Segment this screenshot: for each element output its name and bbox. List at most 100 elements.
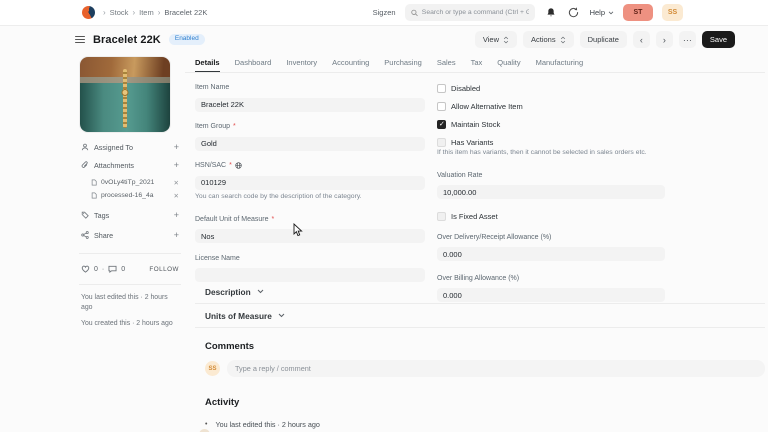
save-button[interactable]: Save xyxy=(701,31,735,48)
chevron-down-icon xyxy=(278,313,285,318)
document-sidebar: Assigned To + Attachments + 0vOLy4tiTp_2… xyxy=(75,57,181,329)
breadcrumb: › Stock › Item › Bracelet 22K xyxy=(103,8,207,17)
tab-purchasing[interactable]: Purchasing xyxy=(384,53,422,72)
last-edited-text: You last edited this · 2 hours ago xyxy=(81,294,168,311)
page-head: Bracelet 22K Enabled View Actions Duplic… xyxy=(75,26,735,53)
tab-dashboard[interactable]: Dashboard xyxy=(235,53,272,72)
user-avatar-ss[interactable]: SS xyxy=(662,4,683,21)
tab-manufacturing[interactable]: Manufacturing xyxy=(536,53,584,72)
item-image[interactable] xyxy=(80,57,170,132)
chevron-right-icon: › xyxy=(157,8,161,17)
breadcrumb-stock[interactable]: Stock xyxy=(110,8,129,17)
sidebar-toggle-icon[interactable] xyxy=(75,36,85,43)
dot-separator: · xyxy=(101,265,105,273)
prev-document-button[interactable]: ‹ xyxy=(632,31,650,48)
comment-icon[interactable] xyxy=(108,265,117,273)
breadcrumb-item[interactable]: Item xyxy=(139,8,154,17)
remove-attachment-icon[interactable]: ✕ xyxy=(174,192,179,200)
share-label: Share xyxy=(94,230,114,240)
add-tag-button[interactable]: + xyxy=(174,210,179,220)
remove-attachment-icon[interactable]: ✕ xyxy=(174,179,179,187)
maintain-stock-checkbox-row[interactable]: Maintain Stock xyxy=(437,120,665,129)
disabled-checkbox[interactable] xyxy=(437,84,446,93)
license-name-label: License Name xyxy=(195,254,240,262)
over-delivery-label: Over Delivery/Receipt Allowance (%) xyxy=(437,233,552,241)
activity-text: You last edited this · 2 hours ago xyxy=(215,420,320,429)
activity-item: • You last edited this · 2 hours ago xyxy=(205,420,765,429)
form-body: Item Name Item Group * HSN/SAC * You can xyxy=(195,73,765,429)
user-badge-st[interactable]: ST xyxy=(623,4,653,21)
more-options-button[interactable]: ··· xyxy=(678,31,696,48)
file-icon xyxy=(91,179,97,186)
license-name-field[interactable] xyxy=(195,268,425,283)
duplicate-button[interactable]: Duplicate xyxy=(579,31,627,48)
maintain-stock-checkbox[interactable] xyxy=(437,120,446,129)
search-input[interactable] xyxy=(421,9,529,16)
activity-heading: Activity xyxy=(205,397,240,408)
actions-label: Actions xyxy=(531,35,556,44)
uom-section-toggle[interactable]: Units of Measure xyxy=(195,304,765,328)
item-name-label: Item Name xyxy=(195,84,230,91)
comment-input[interactable] xyxy=(227,360,765,377)
item-group-field[interactable] xyxy=(195,136,425,151)
item-name-field[interactable] xyxy=(195,97,425,112)
valuation-rate-label: Valuation Rate xyxy=(437,171,483,179)
uom-section-label: Units of Measure xyxy=(205,310,272,321)
is-fixed-asset-checkbox-row: Is Fixed Asset xyxy=(437,211,665,221)
chevron-right-icon: › xyxy=(132,8,136,17)
item-image-bracelet xyxy=(123,69,127,128)
comment-avatar: SS xyxy=(205,361,220,376)
breadcrumb-current[interactable]: Bracelet 22K xyxy=(164,8,207,17)
over-billing-field[interactable] xyxy=(437,288,665,303)
attachment-row: 0vOLy4tiTp_2021 ✕ xyxy=(91,177,179,188)
has-variants-help: If this item has variants, then it canno… xyxy=(437,149,647,156)
has-variants-label: Has Variants xyxy=(451,138,494,147)
tab-sales[interactable]: Sales xyxy=(437,53,456,72)
notifications-button[interactable] xyxy=(544,6,558,20)
actions-button[interactable]: Actions xyxy=(523,31,574,48)
select-chevrons-icon xyxy=(560,36,565,43)
comments-section: Comments SS xyxy=(195,341,765,377)
workspace-link[interactable]: Sigzen xyxy=(373,8,396,17)
attachment-link[interactable]: processed-16_4a xyxy=(101,192,154,199)
tab-details[interactable]: Details xyxy=(195,53,220,72)
hsn-sac-help: You can search code by the description o… xyxy=(195,193,362,200)
valuation-rate-field[interactable] xyxy=(437,185,665,200)
allow-alternative-checkbox-row[interactable]: Allow Alternative Item xyxy=(437,102,665,111)
view-button[interactable]: View xyxy=(474,31,517,48)
app-logo[interactable] xyxy=(82,6,95,19)
refresh-circle-icon xyxy=(568,7,579,18)
status-badge: Enabled xyxy=(168,34,205,45)
chevron-right-icon: › xyxy=(103,8,106,17)
global-search[interactable] xyxy=(404,4,535,21)
tab-quality[interactable]: Quality xyxy=(497,53,520,72)
share-icon xyxy=(81,231,89,239)
default-uom-field[interactable] xyxy=(195,229,425,244)
activity-section: Activity • You last edited this · 2 hour… xyxy=(195,397,765,429)
add-share-button[interactable]: + xyxy=(174,230,179,240)
tab-inventory[interactable]: Inventory xyxy=(286,53,317,72)
add-assignment-button[interactable]: + xyxy=(174,142,179,152)
heart-icon[interactable] xyxy=(81,265,90,273)
add-attachment-button[interactable]: + xyxy=(174,160,179,170)
attachment-link[interactable]: 0vOLy4tiTp_2021 xyxy=(101,179,154,186)
allow-alternative-checkbox[interactable] xyxy=(437,102,446,111)
view-label: View xyxy=(482,35,499,44)
activity-log-button[interactable] xyxy=(567,6,581,20)
paperclip-icon xyxy=(81,161,88,168)
is-fixed-asset-checkbox xyxy=(437,211,446,221)
hsn-sac-field[interactable] xyxy=(195,175,425,190)
disabled-label: Disabled xyxy=(451,84,481,93)
tab-tax[interactable]: Tax xyxy=(471,53,483,72)
disabled-checkbox-row[interactable]: Disabled xyxy=(437,84,665,93)
is-fixed-asset-label: Is Fixed Asset xyxy=(451,211,498,221)
over-delivery-field[interactable] xyxy=(437,247,665,262)
file-icon xyxy=(91,192,97,199)
page-title: Bracelet 22K xyxy=(93,33,161,46)
assigned-to-label: Assigned To xyxy=(94,142,134,152)
bullet-icon: • xyxy=(205,421,208,428)
tab-accounting[interactable]: Accounting xyxy=(332,53,369,72)
follow-button[interactable]: FOLLOW xyxy=(149,266,179,273)
help-dropdown[interactable]: Help xyxy=(590,8,614,17)
next-document-button[interactable]: › xyxy=(655,31,673,48)
